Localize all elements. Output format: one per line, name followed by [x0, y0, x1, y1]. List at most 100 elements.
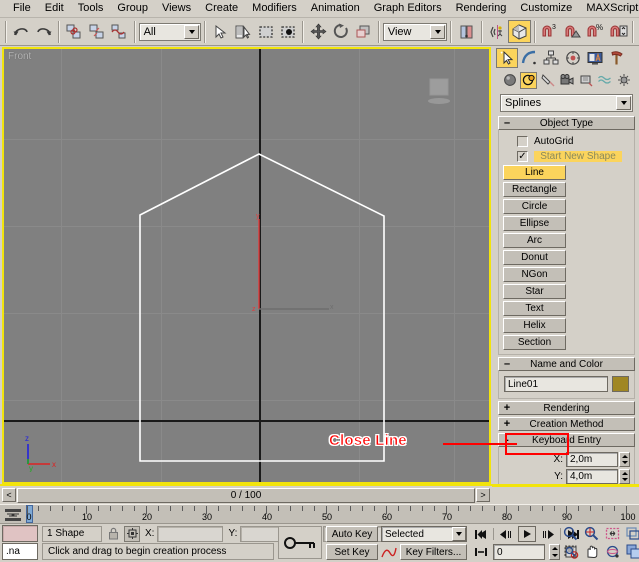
geometry-button[interactable] — [501, 72, 518, 89]
zoom-icon[interactable] — [560, 525, 580, 542]
menu-item-group[interactable]: Group — [110, 0, 155, 17]
selection-filter-dropdown[interactable]: All — [139, 23, 202, 41]
start-new-shape-checkbox[interactable]: ✓ — [517, 151, 528, 162]
undo-icon[interactable] — [10, 20, 33, 43]
field-of-view-icon[interactable] — [560, 543, 580, 560]
chevron-down-icon[interactable] — [616, 96, 631, 110]
space-warps-button[interactable] — [596, 72, 613, 89]
motion-tab[interactable] — [562, 48, 584, 68]
menu-item-maxscript[interactable]: MAXScript — [579, 0, 639, 17]
arc-button[interactable]: Arc — [503, 233, 566, 248]
time-slider[interactable]: < 0 / 100 > — [0, 486, 492, 504]
systems-button[interactable] — [615, 72, 632, 89]
x-spinner[interactable] — [566, 452, 630, 467]
menu-item-graph-editors[interactable]: Graph Editors — [367, 0, 449, 17]
align-icon[interactable] — [508, 20, 531, 43]
object-type-rollout-header[interactable]: – Object Type — [498, 116, 635, 130]
zoom-extents-icon[interactable] — [602, 525, 622, 542]
line-button[interactable]: Line — [503, 165, 566, 180]
object-color-swatch[interactable] — [612, 376, 629, 392]
viewport-canvas[interactable]: y z x Front z x y — [4, 49, 489, 482]
zoom-extents-all-icon[interactable] — [623, 525, 639, 542]
viewport-label[interactable]: Front — [8, 51, 31, 62]
bind-to-space-warp-icon[interactable] — [108, 20, 131, 43]
rendering-rollout-header[interactable]: + Rendering — [498, 401, 635, 415]
snaps-toggle-icon[interactable]: 3 — [539, 20, 562, 43]
chevron-down-icon[interactable] — [452, 527, 466, 541]
pan-view-icon[interactable] — [581, 543, 601, 560]
ellipse-button[interactable]: Ellipse — [503, 216, 566, 231]
star-button[interactable]: Star — [503, 284, 566, 299]
spinner-down-icon[interactable] — [550, 552, 559, 559]
ngon-button[interactable]: NGon — [503, 267, 566, 282]
spinner-up-icon[interactable] — [550, 545, 559, 552]
display-tab[interactable] — [584, 48, 606, 68]
time-slider-handle[interactable]: 0 / 100 — [17, 488, 475, 503]
select-and-link-icon[interactable] — [63, 20, 86, 43]
menu-item-animation[interactable]: Animation — [304, 0, 367, 17]
category-dropdown[interactable]: Splines — [500, 94, 633, 112]
auto-key-button[interactable]: Auto Key — [326, 526, 378, 542]
x-input[interactable] — [566, 452, 618, 467]
x-coord-field[interactable] — [157, 526, 223, 542]
arc-rotate-icon[interactable] — [602, 543, 622, 560]
redo-icon[interactable] — [33, 20, 56, 43]
menu-item-views[interactable]: Views — [155, 0, 198, 17]
set-key-filter-curve-icon[interactable] — [381, 544, 397, 560]
creation-method-rollout-header[interactable]: + Creation Method — [498, 417, 635, 431]
cameras-button[interactable] — [558, 72, 575, 89]
set-key-button[interactable]: Set Key — [326, 544, 378, 560]
absolute-relative-icon[interactable] — [124, 526, 140, 542]
use-center-flyout-icon[interactable] — [455, 20, 478, 43]
menu-item-customize[interactable]: Customize — [513, 0, 579, 17]
y-spinner[interactable] — [566, 469, 630, 484]
key-mode-toggle-icon[interactable] — [472, 544, 490, 560]
name-and-color-rollout-header[interactable]: – Name and Color — [498, 357, 635, 371]
create-tab[interactable] — [496, 48, 518, 68]
y-input[interactable] — [566, 469, 618, 484]
x-spinner-buttons[interactable] — [619, 452, 630, 467]
current-frame-field[interactable]: 0 — [493, 544, 545, 560]
shapes-button[interactable] — [520, 72, 537, 89]
previous-frame-icon[interactable] — [497, 526, 515, 542]
track-bar[interactable]: 0 10 20 30 40 50 60 70 80 — [0, 504, 639, 524]
rollout-collapse-icon[interactable]: – — [502, 358, 512, 370]
previous-frame-button[interactable]: < — [2, 488, 16, 502]
view-cube-icon[interactable] — [427, 77, 453, 105]
chevron-down-icon[interactable] — [430, 25, 445, 39]
next-frame-icon[interactable] — [539, 526, 557, 542]
utilities-tab[interactable] — [606, 48, 628, 68]
window-crossing-icon[interactable] — [277, 20, 300, 43]
menu-item-rendering[interactable]: Rendering — [449, 0, 514, 17]
donut-button[interactable]: Donut — [503, 250, 566, 265]
menu-item-modifiers[interactable]: Modifiers — [245, 0, 304, 17]
key-filters-button[interactable]: Key Filters... — [400, 544, 467, 560]
go-to-start-icon[interactable] — [472, 526, 490, 542]
angle-snap-icon[interactable] — [562, 20, 585, 43]
zoom-all-icon[interactable] — [581, 525, 601, 542]
object-name-field[interactable]: Line01 — [504, 376, 608, 392]
rectangle-button[interactable]: Rectangle — [503, 182, 566, 197]
rollout-expand-icon[interactable]: + — [502, 402, 512, 414]
select-and-scale-icon[interactable] — [352, 20, 375, 43]
viewport-front[interactable]: y z x Front z x y — [2, 47, 491, 484]
circle-button[interactable]: Circle — [503, 199, 566, 214]
modify-tab[interactable] — [518, 48, 540, 68]
menu-item-create[interactable]: Create — [198, 0, 245, 17]
rollout-expand-icon[interactable]: + — [502, 418, 512, 430]
helix-button[interactable]: Helix — [503, 318, 566, 333]
key-mode-dropdown[interactable]: Selected — [381, 526, 467, 542]
spinner-snap-icon[interactable] — [607, 20, 630, 43]
keyboard-entry-rollout-header[interactable]: - Keyboard Entry — [498, 433, 635, 447]
spinner-down-icon[interactable] — [620, 460, 629, 467]
section-button[interactable]: Section — [503, 335, 566, 350]
menu-item-edit[interactable]: Edit — [38, 0, 71, 17]
current-frame-spinner[interactable] — [549, 544, 560, 560]
select-and-rotate-icon[interactable] — [330, 20, 353, 43]
select-by-name-icon[interactable] — [232, 20, 255, 43]
unlink-selection-icon[interactable] — [86, 20, 109, 43]
select-and-move-icon[interactable] — [307, 20, 330, 43]
select-object-icon[interactable] — [209, 20, 232, 43]
lock-icon[interactable] — [105, 526, 121, 542]
chevron-down-icon[interactable] — [184, 25, 199, 39]
